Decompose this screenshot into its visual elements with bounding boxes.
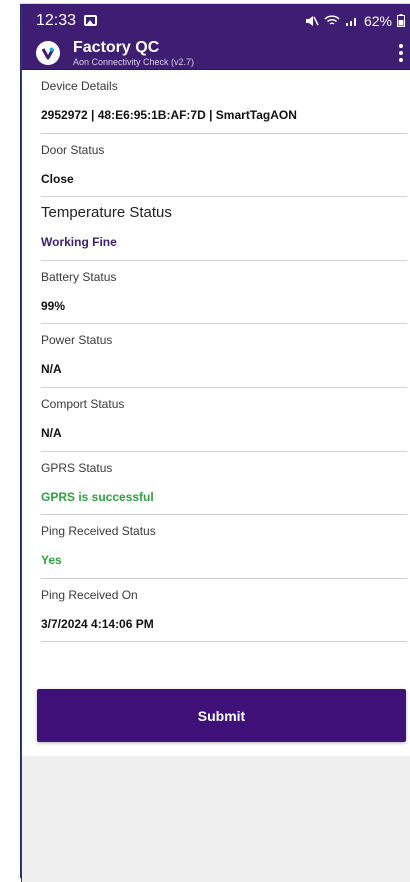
row-label: GPRS Status	[41, 460, 113, 475]
ping-received-status-row: Ping Received Status Yes	[41, 515, 407, 579]
row-value: N/A	[41, 362, 62, 377]
comport-status-row: Comport Status N/A	[41, 388, 407, 452]
row-value: Working Fine	[41, 235, 117, 250]
row-label: Ping Received Status	[41, 524, 156, 539]
door-status-row: Door Status Close	[41, 134, 407, 198]
power-status-row: Power Status N/A	[41, 324, 407, 388]
bottom-empty-area	[22, 756, 410, 882]
row-label: Battery Status	[41, 269, 117, 284]
row-label: Door Status	[41, 142, 105, 157]
row-value: Close	[41, 171, 74, 186]
battery-percentage: 62%	[363, 12, 392, 29]
row-value: Yes	[41, 553, 62, 568]
overflow-menu-icon[interactable]	[395, 40, 407, 66]
row-label: Device Details	[41, 79, 118, 93]
ping-received-on-row: Ping Received On 3/7/2024 4:14:06 PM	[41, 579, 407, 643]
gallery-notification-icon	[84, 15, 98, 26]
status-bar: 12:33 62%	[22, 4, 410, 37]
row-label: Temperature Status	[41, 204, 172, 222]
row-label: Ping Received On	[41, 587, 138, 602]
app-title: Factory QC	[73, 38, 160, 56]
row-value: 2952972 | 48:E6:95:1B:AF:7D | SmartTagAO…	[41, 108, 297, 122]
gprs-status-row: GPRS Status GPRS is successful	[41, 452, 407, 516]
signal-icon	[345, 17, 356, 26]
mute-icon	[305, 15, 319, 26]
row-label: Power Status	[41, 333, 113, 348]
row-value: GPRS is successful	[41, 489, 154, 504]
temperature-status-row: Temperature Status Working Fine	[41, 197, 407, 261]
row-value: N/A	[41, 425, 62, 440]
wifi-icon	[324, 14, 340, 25]
row-label: Comport Status	[41, 396, 125, 411]
phone-screen: 12:33 62% Factory QC Aon Connectivity Ch…	[22, 4, 410, 882]
row-value: 3/7/2024 4:14:06 PM	[41, 616, 154, 631]
device-details-row: Device Details 2952972 | 48:E6:95:1B:AF:…	[41, 70, 407, 134]
row-value: 99%	[41, 298, 66, 313]
status-list: Device Details 2952972 | 48:E6:95:1B:AF:…	[22, 70, 410, 643]
status-time: 12:33	[36, 11, 77, 29]
submit-button[interactable]: Submit	[37, 689, 406, 742]
app-logo	[36, 41, 60, 65]
battery-status-row: Battery Status 99%	[41, 261, 407, 325]
battery-icon	[397, 14, 405, 27]
app-subtitle: Aon Connectivity Check (v2.7)	[73, 56, 195, 67]
app-bar: Factory QC Aon Connectivity Check (v2.7)	[22, 37, 410, 70]
